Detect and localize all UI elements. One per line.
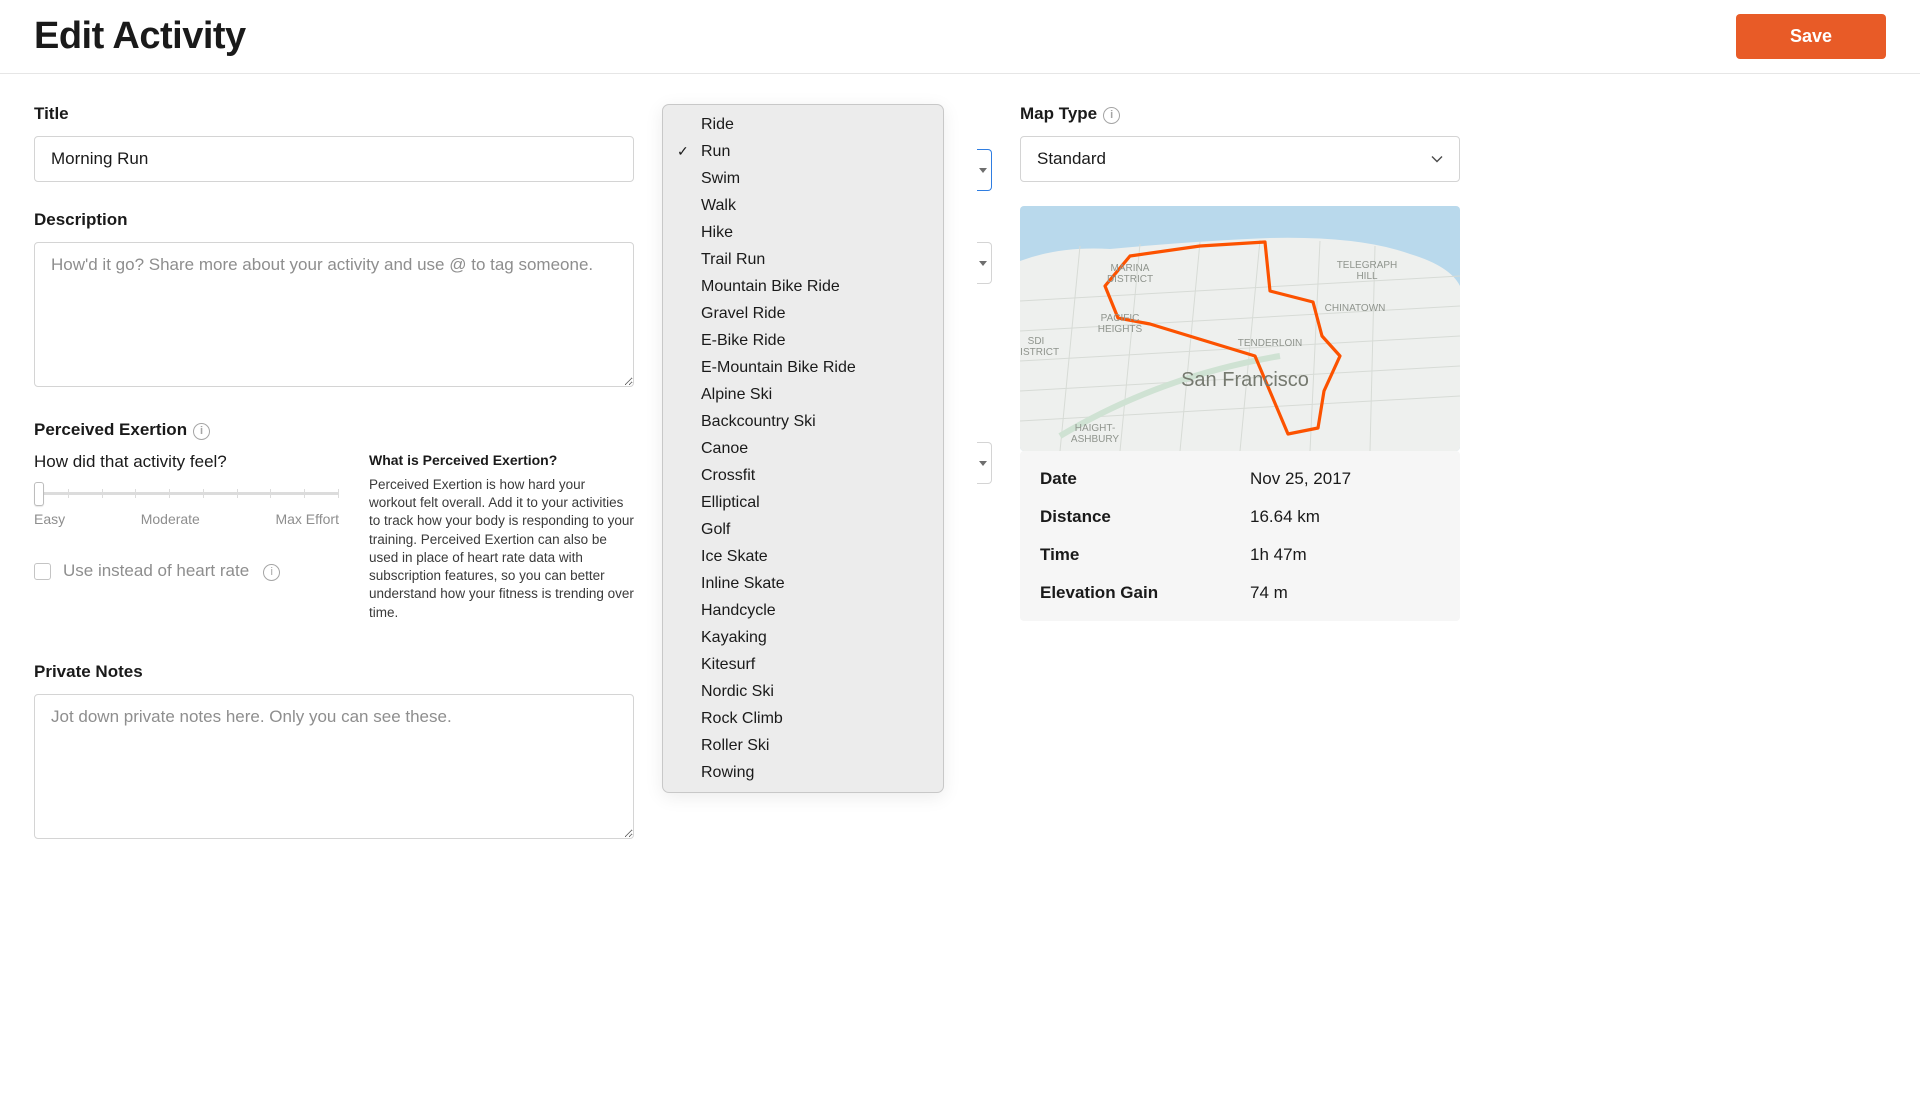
map-area-pacific: PACIFICHEIGHTS bbox=[1098, 313, 1143, 335]
sport-option[interactable]: Trail Run bbox=[663, 246, 943, 273]
description-input[interactable] bbox=[34, 242, 634, 387]
pe-help-title: What is Perceived Exertion? bbox=[369, 452, 634, 468]
sport-option[interactable]: Backcountry Ski bbox=[663, 408, 943, 435]
hidden-select-2[interactable] bbox=[977, 442, 992, 484]
sport-dropdown[interactable]: RideRunSwimWalkHikeTrail RunMountain Bik… bbox=[662, 104, 944, 793]
private-notes-label: Private Notes bbox=[34, 662, 634, 682]
map-area-haight: HAIGHT-ASHBURY bbox=[1071, 423, 1119, 445]
map-type-label: Map Type bbox=[1020, 104, 1097, 124]
sport-option[interactable]: Nordic Ski bbox=[663, 678, 943, 705]
chevron-down-icon bbox=[1431, 153, 1443, 165]
sport-option[interactable]: Gravel Ride bbox=[663, 300, 943, 327]
slider-label-moderate: Moderate bbox=[141, 511, 200, 527]
sport-option[interactable]: Elliptical bbox=[663, 489, 943, 516]
heart-rate-checkbox-label: Use instead of heart rate bbox=[63, 561, 249, 581]
sport-option[interactable]: Roller Ski bbox=[663, 732, 943, 759]
sport-option[interactable]: Canoe bbox=[663, 435, 943, 462]
heart-rate-checkbox[interactable] bbox=[34, 563, 51, 580]
map-area-tenderloin: TENDERLOIN bbox=[1238, 338, 1302, 349]
sport-option[interactable]: Rowing bbox=[663, 759, 943, 786]
sport-option[interactable]: E-Mountain Bike Ride bbox=[663, 354, 943, 381]
stat-time-val: 1h 47m bbox=[1250, 545, 1440, 565]
sport-option[interactable]: Crossfit bbox=[663, 462, 943, 489]
sport-option[interactable]: Inline Skate bbox=[663, 570, 943, 597]
stat-date-val: Nov 25, 2017 bbox=[1250, 469, 1440, 489]
slider-thumb[interactable] bbox=[34, 482, 44, 506]
description-label: Description bbox=[34, 210, 634, 230]
sport-option[interactable]: Ride bbox=[663, 111, 943, 138]
exertion-slider[interactable] bbox=[34, 492, 339, 495]
sport-option[interactable]: Handcycle bbox=[663, 597, 943, 624]
page-title: Edit Activity bbox=[34, 15, 246, 58]
title-label: Title bbox=[34, 104, 634, 124]
map-area-marina: MARINADISTRICT bbox=[1107, 263, 1153, 285]
sport-option[interactable]: Swim bbox=[663, 165, 943, 192]
sport-option[interactable]: Hike bbox=[663, 219, 943, 246]
stat-dist-key: Distance bbox=[1040, 507, 1250, 527]
sport-option[interactable]: Walk bbox=[663, 192, 943, 219]
stats-card: Date Nov 25, 2017 Distance 16.64 km Time… bbox=[1020, 451, 1460, 621]
stat-dist-val: 16.64 km bbox=[1250, 507, 1440, 527]
sport-option[interactable]: Run bbox=[663, 138, 943, 165]
sport-option[interactable]: Rock Climb bbox=[663, 705, 943, 732]
map-type-select[interactable]: Standard bbox=[1020, 136, 1460, 182]
stat-time-key: Time bbox=[1040, 545, 1250, 565]
slider-label-max: Max Effort bbox=[275, 511, 339, 527]
sport-option[interactable]: Ice Skate bbox=[663, 543, 943, 570]
title-input[interactable] bbox=[34, 136, 634, 182]
slider-label-easy: Easy bbox=[34, 511, 65, 527]
map-type-value: Standard bbox=[1037, 149, 1106, 169]
header-divider bbox=[0, 73, 1920, 74]
save-button[interactable]: Save bbox=[1736, 14, 1886, 59]
perceived-exertion-label: Perceived Exertion bbox=[34, 420, 187, 440]
sport-select-behind[interactable] bbox=[977, 149, 992, 191]
sport-option[interactable]: E-Bike Ride bbox=[663, 327, 943, 354]
map-area-chinatown: CHINATOWN bbox=[1325, 303, 1386, 314]
pe-question: How did that activity feel? bbox=[34, 452, 339, 472]
sport-option[interactable]: Golf bbox=[663, 516, 943, 543]
stat-date-key: Date bbox=[1040, 469, 1250, 489]
sport-option[interactable]: Mountain Bike Ride bbox=[663, 273, 943, 300]
sport-option[interactable]: Kayaking bbox=[663, 624, 943, 651]
sport-option[interactable]: Kitesurf bbox=[663, 651, 943, 678]
map-center-label: San Francisco bbox=[1181, 369, 1309, 391]
info-icon[interactable]: i bbox=[1103, 107, 1120, 124]
sport-option[interactable]: Alpine Ski bbox=[663, 381, 943, 408]
stat-elev-key: Elevation Gain bbox=[1040, 583, 1250, 603]
map-preview: MARINADISTRICT TELEGRAPHHILL PACIFICHEIG… bbox=[1020, 206, 1460, 451]
info-icon[interactable]: i bbox=[263, 564, 280, 581]
info-icon[interactable]: i bbox=[193, 423, 210, 440]
private-notes-input[interactable] bbox=[34, 694, 634, 839]
pe-help-body: Perceived Exertion is how hard your work… bbox=[369, 476, 634, 622]
hidden-select-1[interactable] bbox=[977, 242, 992, 284]
stat-elev-val: 74 m bbox=[1250, 583, 1440, 603]
